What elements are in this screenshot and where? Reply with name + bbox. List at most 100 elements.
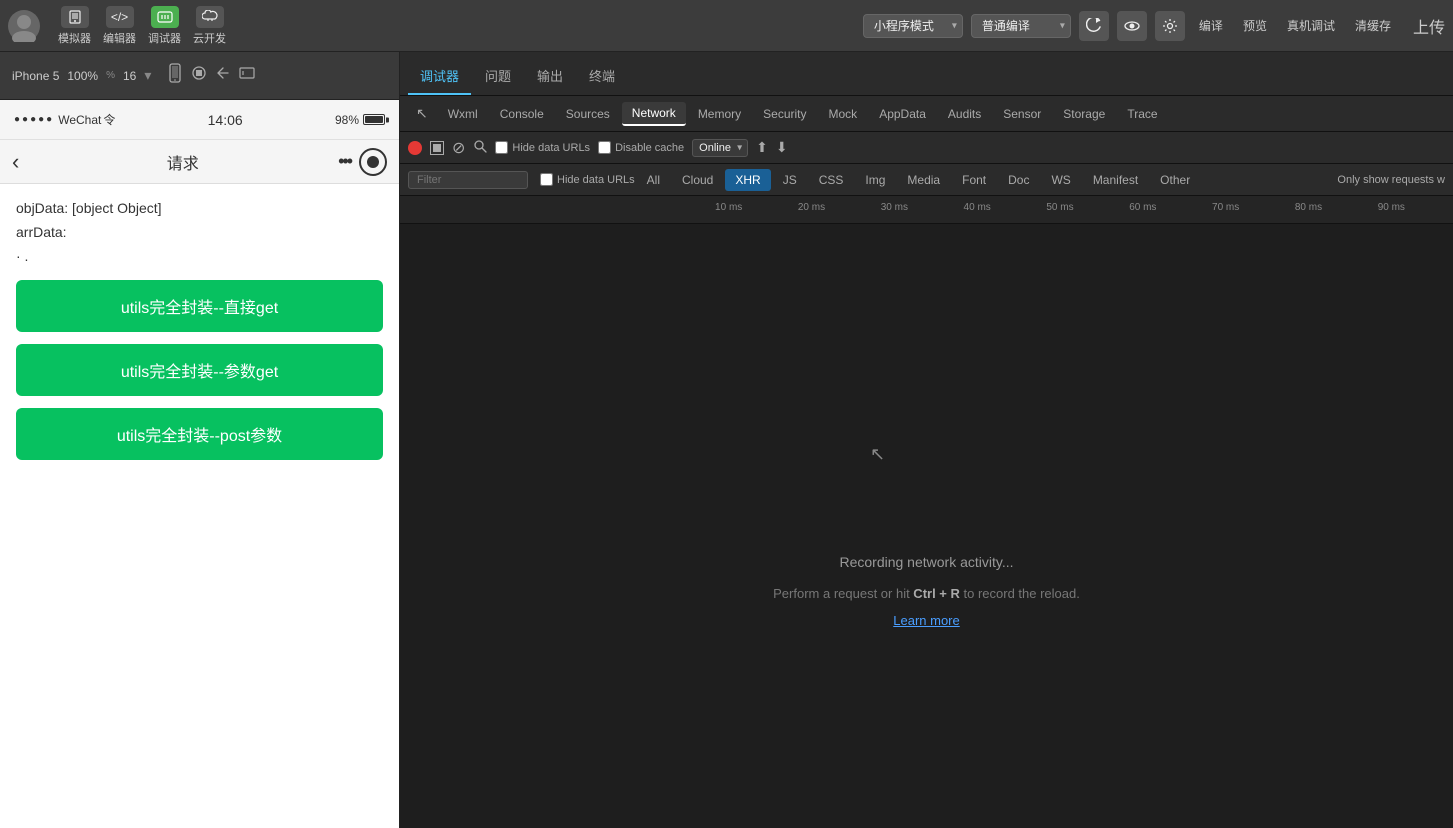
filter-css[interactable]: CSS xyxy=(809,169,854,191)
tab-wxml[interactable]: Wxml xyxy=(438,103,488,125)
network-empty-state: ↖ Recording network activity... Perform … xyxy=(400,224,1453,828)
preserve-log-label[interactable]: Hide data URLs xyxy=(495,141,590,154)
realtest-button[interactable]: 真机调试 xyxy=(1281,13,1341,38)
filter-input[interactable] xyxy=(408,171,528,189)
filter-type-bar: Hide data URLs All Cloud XHR JS CSS Img … xyxy=(400,164,1453,196)
filter-font[interactable]: Font xyxy=(952,169,996,191)
record-dot xyxy=(367,156,379,168)
phone-zoom-percent: % xyxy=(106,70,115,81)
tab-output[interactable]: 输出 xyxy=(525,58,575,95)
tab-console[interactable]: Console xyxy=(490,103,554,125)
mark-10ms: 10 ms xyxy=(715,202,742,213)
network-toolbar-1: ⊘ Hide data URLs Disable cache Online xyxy=(400,132,1453,164)
phone-toolbar: iPhone 5 100% % 16 ▾ xyxy=(0,52,399,100)
cloud-icon xyxy=(196,6,224,28)
refresh-button[interactable] xyxy=(1079,11,1109,41)
desc-suffix: to record the reload. xyxy=(960,586,1080,601)
preview-button[interactable]: 预览 xyxy=(1237,13,1273,38)
mode-select-wrapper: 小程序模式 xyxy=(863,14,963,38)
phone-back-icon[interactable] xyxy=(215,65,231,86)
online-select[interactable]: Online xyxy=(692,139,748,157)
tab-security[interactable]: Security xyxy=(753,103,816,125)
clearcache-button[interactable]: 清缓存 xyxy=(1349,13,1397,38)
search-icon[interactable] xyxy=(473,139,487,156)
tab-audits[interactable]: Audits xyxy=(938,103,991,125)
devtools-panel: 调试器 问题 输出 终端 ↖ Wxml Console Sources Netw… xyxy=(400,52,1453,828)
mode-select[interactable]: 小程序模式 xyxy=(863,14,963,38)
main-content: iPhone 5 100% % 16 ▾ xyxy=(0,52,1453,828)
hide-data-urls-label[interactable]: Hide data URLs xyxy=(540,173,635,186)
timeline-marks: 10 ms 20 ms 30 ms 40 ms 50 ms 60 ms 70 m… xyxy=(700,196,1453,223)
nav-record-button[interactable] xyxy=(359,148,387,176)
tab-mock[interactable]: Mock xyxy=(819,103,868,125)
phone-orientation: 16 xyxy=(123,69,136,83)
filter-doc[interactable]: Doc xyxy=(998,169,1039,191)
filter-manifest[interactable]: Manifest xyxy=(1083,169,1148,191)
translate-select-wrapper: 普通编译 xyxy=(971,14,1071,38)
status-time: 14:06 xyxy=(115,112,335,128)
tab-debugger[interactable]: 调试器 xyxy=(408,58,471,95)
compile-button[interactable]: 编译 xyxy=(1193,13,1229,38)
filter-cloud[interactable]: Cloud xyxy=(672,169,723,191)
tab-sources[interactable]: Sources xyxy=(556,103,620,125)
debugger-button[interactable]: 调试器 xyxy=(148,6,181,46)
tab-trace[interactable]: Trace xyxy=(1117,103,1167,125)
phone-dropdown-icon[interactable]: ▾ xyxy=(144,67,151,84)
phone-portrait-icon[interactable] xyxy=(167,63,183,88)
filter-icon[interactable]: ⊘ xyxy=(452,138,465,158)
tab-terminal[interactable]: 终端 xyxy=(577,58,627,95)
tab-issues[interactable]: 问题 xyxy=(473,58,523,95)
wechat-label: WeChat xyxy=(58,113,101,127)
tab-sensor[interactable]: Sensor xyxy=(993,103,1051,125)
filter-all[interactable]: All xyxy=(637,169,670,191)
tab-memory[interactable]: Memory xyxy=(688,103,751,125)
status-bar: ●●●●● WeChat 令 14:06 98% xyxy=(0,100,399,140)
disable-cache-label[interactable]: Disable cache xyxy=(598,141,684,154)
upload-button[interactable]: 上传 xyxy=(1413,14,1445,38)
phone-stop-icon[interactable] xyxy=(191,65,207,86)
mark-70ms: 70 ms xyxy=(1212,202,1239,213)
editor-button[interactable]: </> 编辑器 xyxy=(103,6,136,46)
disable-cache-checkbox[interactable] xyxy=(598,141,611,154)
cloud-button[interactable]: 云开发 xyxy=(193,6,226,46)
simulator-button[interactable]: 模拟器 xyxy=(58,6,91,46)
phone-forward-icon[interactable] xyxy=(239,65,255,86)
recording-title: Recording network activity... xyxy=(773,554,1080,570)
mark-50ms: 50 ms xyxy=(1046,202,1073,213)
nav-bar: ‹ 请求 ••• xyxy=(0,140,399,184)
preserve-log-checkbox[interactable] xyxy=(495,141,508,154)
filter-media[interactable]: Media xyxy=(897,169,950,191)
filter-ws[interactable]: WS xyxy=(1041,169,1080,191)
settings-button[interactable] xyxy=(1155,11,1185,41)
mark-20ms: 20 ms xyxy=(798,202,825,213)
learn-more-link[interactable]: Learn more xyxy=(773,613,1080,628)
tab-appdata[interactable]: AppData xyxy=(869,103,936,125)
battery-indicator: 98% xyxy=(335,113,385,127)
obj-data-text: objData: [object Object] xyxy=(16,200,383,216)
direct-get-button[interactable]: utils完全封装--直接get xyxy=(16,280,383,332)
tab-storage[interactable]: Storage xyxy=(1053,103,1115,125)
upload-arrow-up-icon[interactable]: ⬆ xyxy=(756,139,768,156)
online-select-wrapper: Online xyxy=(692,138,748,157)
stop-button[interactable] xyxy=(430,141,444,155)
translate-select[interactable]: 普通编译 xyxy=(971,14,1071,38)
post-param-button[interactable]: utils完全封装--post参数 xyxy=(16,408,383,460)
editor-icon: </> xyxy=(106,6,134,28)
record-button[interactable] xyxy=(408,141,422,155)
param-get-button[interactable]: utils完全封装--参数get xyxy=(16,344,383,396)
devtools-tab-bar: 调试器 问题 输出 终端 xyxy=(400,52,1453,96)
download-arrow-down-icon[interactable]: ⬇ xyxy=(776,139,788,156)
nav-back-button[interactable]: ‹ xyxy=(12,149,19,175)
filter-img[interactable]: Img xyxy=(855,169,895,191)
top-toolbar: 模拟器 </> 编辑器 调试器 云开发 xyxy=(0,0,1453,52)
network-content-area: ↖ Recording network activity... Perform … xyxy=(400,224,1453,828)
phone-content: objData: [object Object] arrData: · . ut… xyxy=(0,184,399,828)
mark-80ms: 80 ms xyxy=(1295,202,1322,213)
hide-data-urls-checkbox[interactable] xyxy=(540,173,553,186)
nav-more-button[interactable]: ••• xyxy=(338,151,351,172)
filter-other[interactable]: Other xyxy=(1150,169,1200,191)
tab-network[interactable]: Network xyxy=(622,102,686,126)
eye-button[interactable] xyxy=(1117,11,1147,41)
filter-js[interactable]: JS xyxy=(773,169,807,191)
filter-xhr[interactable]: XHR xyxy=(725,169,770,191)
